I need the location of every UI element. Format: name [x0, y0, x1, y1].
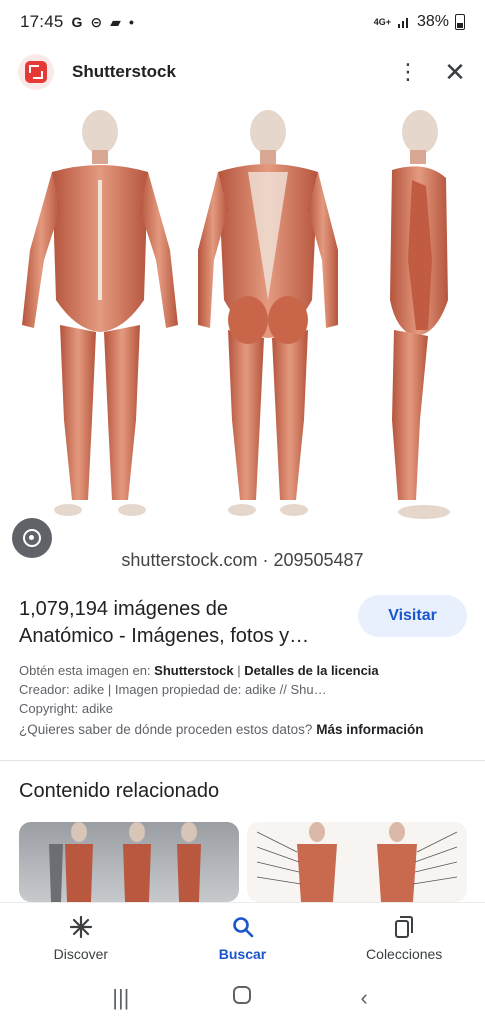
battery-percent: 38%	[416, 13, 449, 30]
source-link[interactable]: Shutterstock	[154, 663, 233, 678]
back-icon[interactable]: ‹	[344, 985, 384, 1011]
related-thumbnail-image	[256, 822, 458, 902]
close-icon[interactable]: ✕	[443, 57, 467, 88]
data-source-question-text: ¿Quieres saber de dónde proceden estos d…	[19, 722, 317, 737]
related-thumbnail-image	[49, 822, 201, 902]
copyright-row: Copyright: adike	[19, 701, 113, 716]
nav-discover[interactable]: Discover	[0, 903, 162, 972]
nav-collections[interactable]: Colecciones	[323, 903, 485, 972]
system-navigation: ||| ‹	[0, 972, 485, 1024]
image-metadata: Obtén esta imagen en: Shutterstock | Det…	[19, 661, 459, 718]
nav-search-label: Buscar	[218, 945, 267, 962]
nav-collections-label: Colecciones	[366, 945, 443, 962]
result-title-line2: Anatómico - Imágenes, fotos y…	[19, 625, 310, 647]
anatomy-figures-image	[22, 110, 450, 519]
data-source-question: ¿Quieres saber de dónde proceden estos d…	[19, 722, 469, 737]
image-preview[interactable]: shutterstock.com · 209505487	[0, 100, 485, 580]
chat-icon: ▰	[110, 13, 121, 30]
more-options-icon[interactable]: ⋮	[397, 61, 419, 83]
status-bar: 17:45 G ⊝ ▰ • 4G+ 38%	[0, 0, 485, 44]
lens-search-button[interactable]	[12, 518, 52, 558]
battery-icon	[455, 14, 465, 30]
header: Shutterstock ⋮ ✕	[0, 44, 485, 100]
license-details-link[interactable]: Detalles de la licencia	[244, 663, 378, 678]
source-separator: |	[233, 663, 245, 678]
status-right: 4G+ 38%	[374, 13, 465, 31]
collections-icon	[391, 914, 417, 940]
nav-search[interactable]: Buscar	[162, 903, 324, 972]
shutterstock-logo-icon	[18, 54, 54, 90]
source-prefix: Obtén esta imagen en:	[19, 663, 155, 678]
signal-icon	[397, 18, 408, 28]
google-g-icon: G	[71, 14, 83, 30]
related-thumbnail[interactable]	[247, 822, 467, 902]
home-icon[interactable]	[222, 985, 262, 1011]
image-watermark: shutterstock.com · 209505487	[121, 550, 364, 570]
more-info-link[interactable]: Más información	[316, 722, 423, 737]
nav-discover-label: Discover	[53, 945, 109, 962]
back-figure	[198, 110, 338, 516]
header-actions: ⋮ ✕	[397, 57, 467, 88]
result-title-line1: 1,079,194 imágenes de	[19, 598, 229, 620]
dot-icon: •	[128, 14, 134, 30]
related-content-title: Contenido relacionado	[19, 780, 220, 802]
creator-row: Creador: adike | Imagen propiedad de: ad…	[19, 682, 327, 697]
status-left: 17:45 G ⊝ ▰ •	[20, 12, 134, 32]
asterisk-icon	[68, 914, 94, 940]
bottom-navigation: Discover Buscar Colecciones	[0, 902, 485, 972]
source-row: Obtén esta imagen en: Shutterstock | Det…	[19, 661, 459, 680]
network-type: 4G+	[373, 16, 391, 27]
site-name: Shutterstock	[72, 62, 176, 81]
front-figure	[22, 110, 178, 516]
result-title[interactable]: 1,079,194 imágenes de Anatómico - Imágen…	[19, 596, 339, 650]
do-not-disturb-icon: ⊝	[90, 13, 103, 30]
visit-button[interactable]: Visitar	[358, 595, 467, 637]
search-icon	[230, 914, 256, 940]
lens-icon	[23, 529, 41, 547]
section-divider	[0, 760, 485, 761]
related-thumbnail[interactable]	[19, 822, 239, 902]
side-figure	[390, 110, 450, 519]
recent-apps-icon[interactable]: |||	[101, 985, 141, 1011]
status-time: 17:45	[20, 12, 64, 31]
